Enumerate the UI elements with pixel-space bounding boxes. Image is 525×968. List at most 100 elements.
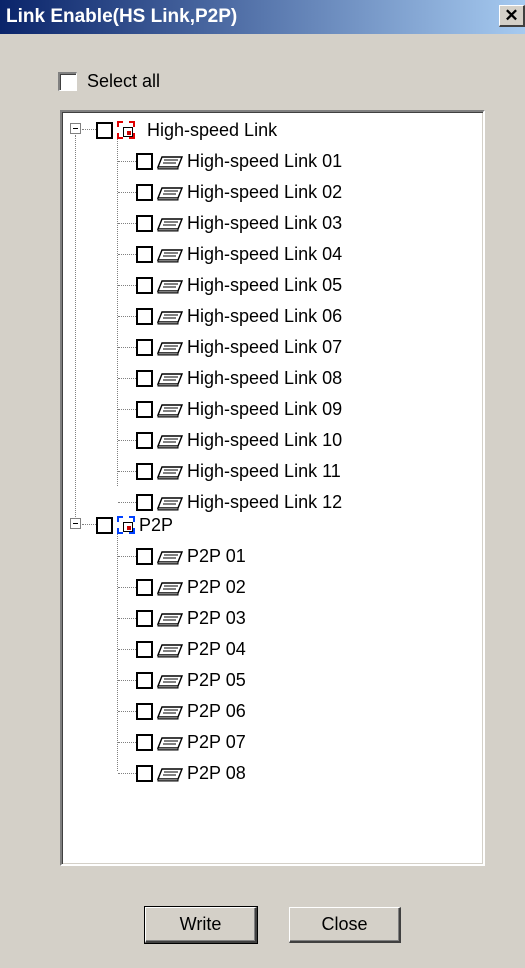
hs-link-group-checkbox[interactable] [96, 121, 113, 139]
tree-item-label[interactable]: High-speed Link 02 [187, 182, 342, 203]
select-all-label[interactable]: Select all [87, 71, 160, 92]
tree-group-label[interactable]: High-speed Link [147, 120, 277, 141]
tree-item-label[interactable]: High-speed Link 11 [187, 461, 341, 482]
close-icon: ✕ [504, 6, 519, 25]
tree-connector [118, 711, 136, 712]
tree-connector [118, 347, 136, 348]
hs-link-item-checkbox[interactable] [136, 307, 153, 325]
p2p-item-checkbox[interactable] [136, 764, 153, 782]
p2p-item-checkbox[interactable] [136, 578, 153, 596]
link-icon [156, 278, 184, 294]
tree-connector [118, 409, 136, 410]
tree-item-label[interactable]: High-speed Link 03 [187, 213, 342, 234]
tree-connector [82, 129, 96, 130]
link-icon [156, 642, 184, 658]
hs-link-item-checkbox[interactable] [136, 338, 153, 356]
link-icon [156, 154, 184, 170]
p2p-group-checkbox[interactable] [96, 516, 113, 534]
tree-item-label[interactable]: High-speed Link 04 [187, 244, 342, 265]
p2p-item-checkbox[interactable] [136, 733, 153, 751]
p2p-item-06[interactable]: P2P 06 [136, 696, 246, 726]
select-all-row[interactable]: Select all [58, 69, 160, 93]
p2p-item-checkbox[interactable] [136, 609, 153, 627]
tree-item-label[interactable]: High-speed Link 05 [187, 275, 342, 296]
hs-link-item-09[interactable]: High-speed Link 09 [136, 394, 342, 424]
tree-item-label[interactable]: P2P 05 [187, 670, 246, 691]
tree-item-label[interactable]: P2P 04 [187, 639, 246, 660]
tree-connector [118, 378, 136, 379]
tree-item-label[interactable]: High-speed Link 01 [187, 151, 342, 172]
tree-group-p2p[interactable]: P2P [96, 510, 173, 540]
p2p-item-checkbox[interactable] [136, 671, 153, 689]
tree-item-label[interactable]: High-speed Link 09 [187, 399, 342, 420]
tree-connector [118, 680, 136, 681]
p2p-collapse-toggle[interactable] [70, 518, 81, 529]
hs-link-item-06[interactable]: High-speed Link 06 [136, 301, 342, 331]
tree-item-label[interactable]: High-speed Link 06 [187, 306, 342, 327]
p2p-item-01[interactable]: P2P 01 [136, 541, 246, 571]
link-icon [156, 247, 184, 263]
tree-item-label[interactable]: P2P 08 [187, 763, 246, 784]
hs-link-item-checkbox[interactable] [136, 245, 153, 263]
tree-connector [118, 285, 136, 286]
title-bar[interactable]: Link Enable(HS Link,P2P) ✕ [0, 0, 525, 34]
tree-connector [118, 440, 136, 441]
tree-item-label[interactable]: P2P 03 [187, 608, 246, 629]
tree-connector [118, 192, 136, 193]
tree-connector [117, 138, 118, 486]
hs-link-item-03[interactable]: High-speed Link 03 [136, 208, 342, 238]
hs-link-item-02[interactable]: High-speed Link 02 [136, 177, 342, 207]
p2p-item-08[interactable]: P2P 08 [136, 758, 246, 788]
link-tree[interactable]: High-speed Link High-speed Link 01 High-s… [60, 110, 485, 866]
hs-link-item-checkbox[interactable] [136, 152, 153, 170]
hs-link-item-checkbox[interactable] [136, 462, 153, 480]
tree-connector [118, 742, 136, 743]
p2p-item-07[interactable]: P2P 07 [136, 727, 246, 757]
hs-link-item-checkbox[interactable] [136, 276, 153, 294]
hs-link-item-11[interactable]: High-speed Link 11 [136, 456, 341, 486]
link-icon [156, 766, 184, 782]
hs-link-item-10[interactable]: High-speed Link 10 [136, 425, 342, 455]
hs-link-item-checkbox[interactable] [136, 183, 153, 201]
tree-item-label[interactable]: High-speed Link 07 [187, 337, 342, 358]
p2p-item-02[interactable]: P2P 02 [136, 572, 246, 602]
hs-link-item-checkbox[interactable] [136, 214, 153, 232]
tree-group-label[interactable]: P2P [139, 515, 173, 536]
hs-link-item-05[interactable]: High-speed Link 05 [136, 270, 342, 300]
p2p-item-05[interactable]: P2P 05 [136, 665, 246, 695]
link-icon [156, 216, 184, 232]
hs-link-item-01[interactable]: High-speed Link 01 [136, 146, 342, 176]
select-all-checkbox[interactable] [58, 71, 77, 91]
hs-link-group-icon [117, 121, 135, 139]
hs-link-item-checkbox[interactable] [136, 493, 153, 511]
tree-item-label[interactable]: P2P 07 [187, 732, 246, 753]
hs-link-item-checkbox[interactable] [136, 369, 153, 387]
tree-connector [118, 471, 136, 472]
write-button[interactable]: Write [144, 906, 258, 944]
p2p-item-03[interactable]: P2P 03 [136, 603, 246, 633]
close-window-button[interactable]: ✕ [499, 5, 525, 27]
tree-item-label[interactable]: High-speed Link 12 [187, 492, 342, 513]
hs-link-item-04[interactable]: High-speed Link 04 [136, 239, 342, 269]
tree-connector [118, 556, 136, 557]
tree-connector [118, 502, 136, 503]
hs-link-item-07[interactable]: High-speed Link 07 [136, 332, 342, 362]
tree-connector [117, 533, 118, 771]
hs-link-item-08[interactable]: High-speed Link 08 [136, 363, 342, 393]
tree-group-hs-link[interactable]: High-speed Link [96, 115, 277, 145]
p2p-item-checkbox[interactable] [136, 702, 153, 720]
p2p-item-checkbox[interactable] [136, 547, 153, 565]
tree-item-label[interactable]: High-speed Link 10 [187, 430, 342, 451]
tree-connector [118, 587, 136, 588]
tree-item-label[interactable]: P2P 06 [187, 701, 246, 722]
close-button[interactable]: Close [289, 907, 401, 943]
hs-link-collapse-toggle[interactable] [70, 123, 81, 134]
link-icon [156, 580, 184, 596]
tree-item-label[interactable]: P2P 02 [187, 577, 246, 598]
p2p-item-checkbox[interactable] [136, 640, 153, 658]
p2p-item-04[interactable]: P2P 04 [136, 634, 246, 664]
hs-link-item-checkbox[interactable] [136, 400, 153, 418]
tree-item-label[interactable]: P2P 01 [187, 546, 246, 567]
hs-link-item-checkbox[interactable] [136, 431, 153, 449]
tree-item-label[interactable]: High-speed Link 08 [187, 368, 342, 389]
